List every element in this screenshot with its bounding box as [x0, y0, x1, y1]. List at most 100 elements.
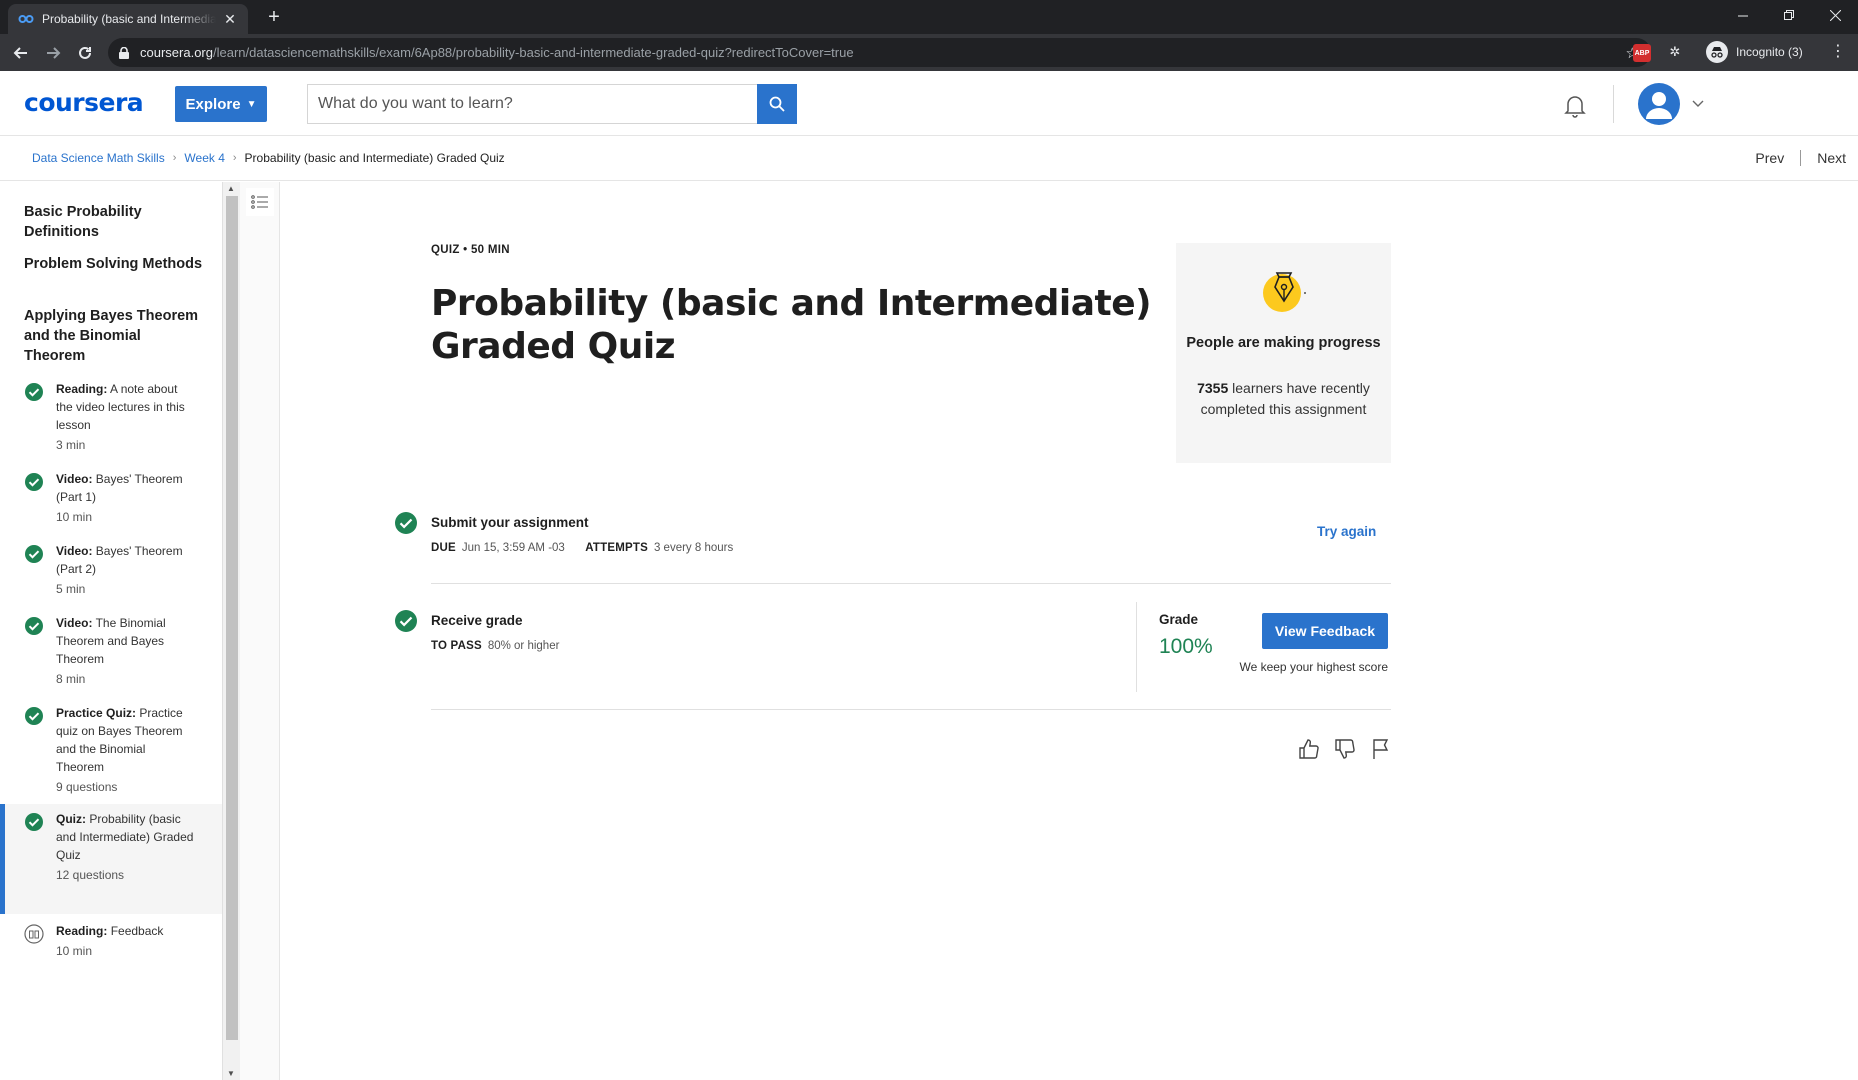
- learner-count: 7355: [1197, 380, 1229, 396]
- forward-button[interactable]: [40, 40, 66, 66]
- sidebar-scrollbar[interactable]: ▲ ▼: [222, 182, 240, 1080]
- item-meta: 9 questions: [56, 780, 118, 794]
- submit-assignment-meta: DUE Jun 15, 3:59 AM -03 ATTEMPTS 3 every 8…: [431, 542, 733, 554]
- reload-button[interactable]: [72, 40, 98, 66]
- item-type: Practice Quiz:: [56, 706, 137, 720]
- chevron-right-icon: ›: [232, 152, 237, 164]
- incognito-label: Incognito (3): [1736, 45, 1803, 59]
- submit-assignment-title: Submit your assignment: [431, 515, 589, 530]
- sidebar-item-video-bayes-2[interactable]: Video: Bayes' Theorem (Part 2) 5 min: [0, 542, 222, 604]
- extension-icon[interactable]: ✲: [1666, 44, 1684, 62]
- sidebar-item-practice-quiz[interactable]: Practice Quiz: Practice quiz on Bayes Th…: [0, 704, 222, 802]
- item-type: Reading:: [56, 382, 108, 396]
- progress-card: People are making progress 7355 learners…: [1176, 243, 1391, 463]
- section-title[interactable]: Applying Bayes Theorem and the Binomial …: [24, 306, 204, 366]
- receive-grade-meta: TO PASS 80% or higher: [431, 640, 559, 652]
- lock-icon: [116, 45, 132, 61]
- view-feedback-button[interactable]: View Feedback: [1262, 613, 1388, 649]
- breadcrumb-course[interactable]: Data Science Math Skills: [32, 151, 165, 165]
- divider: [431, 709, 1391, 710]
- sidebar-item-video-bayes-1[interactable]: Video: Bayes' Theorem (Part 1) 10 min: [0, 470, 222, 532]
- incognito-indicator[interactable]: Incognito (3): [1706, 39, 1803, 65]
- section-title[interactable]: Basic Probability Definitions: [24, 202, 204, 242]
- toggle-outline-button[interactable]: [246, 188, 274, 216]
- arrow-right-icon: [47, 47, 61, 59]
- chevron-down-icon[interactable]: [1690, 95, 1706, 111]
- breadcrumb-week[interactable]: Week 4: [184, 151, 224, 165]
- section-title[interactable]: Problem Solving Methods: [24, 254, 204, 274]
- incognito-icon: [1706, 41, 1728, 63]
- breadcrumb-bar: Data Science Math Skills › Week 4 › Prob…: [0, 137, 1858, 181]
- explore-label: Explore: [185, 95, 241, 113]
- check-circle-icon: [25, 545, 43, 563]
- url-text: coursera.org/learn/datasciencemathskills…: [140, 45, 854, 60]
- scroll-down-icon[interactable]: ▼: [227, 1069, 235, 1078]
- nav-divider: [1800, 150, 1802, 166]
- course-sidebar: Basic Probability Definitions Problem So…: [0, 182, 222, 1080]
- chevron-down-icon: ▼: [246, 98, 257, 110]
- sidebar-item-graded-quiz[interactable]: Quiz: Probability (basic and Intermediat…: [0, 804, 222, 914]
- check-circle-icon: [25, 617, 43, 635]
- attempts-value: 3 every 8 hours: [653, 542, 734, 554]
- item-meta: 12 questions: [56, 868, 125, 882]
- to-pass-label: TO PASS: [431, 640, 482, 652]
- item-meta: 3 min: [56, 438, 86, 452]
- sidebar-rail: [240, 182, 280, 1080]
- check-circle-icon: [25, 383, 43, 401]
- attempts-label: ATTEMPTS: [585, 542, 648, 554]
- notification-bell-icon[interactable]: [1562, 93, 1588, 119]
- item-title: Feedback: [110, 924, 164, 938]
- browser-tab[interactable]: Probability (basic and Intermediate) Gra…: [8, 4, 248, 34]
- back-button[interactable]: [8, 40, 34, 66]
- sidebar-item-reading-feedback[interactable]: Reading: Feedback 10 min: [0, 922, 222, 970]
- thumbs-down-icon[interactable]: [1333, 737, 1357, 761]
- list-icon: [251, 195, 268, 209]
- sidebar-item-text: Reading: A note about the video lectures…: [56, 380, 196, 454]
- search-input[interactable]: [308, 85, 757, 123]
- search-bar: [307, 84, 797, 124]
- highest-score-note: We keep your highest score: [1239, 660, 1388, 674]
- flag-icon[interactable]: [1369, 737, 1393, 761]
- breadcrumb-current: Probability (basic and Intermediate) Gra…: [244, 151, 505, 165]
- restore-button[interactable]: [1766, 0, 1812, 30]
- browser-toolbar: coursera.org/learn/datasciencemathskills…: [0, 34, 1858, 71]
- search-button[interactable]: [757, 84, 797, 124]
- next-button[interactable]: Next: [1817, 150, 1846, 166]
- breadcrumb: Data Science Math Skills › Week 4 › Prob…: [32, 151, 505, 165]
- browser-menu-icon[interactable]: ⋮: [1830, 42, 1846, 62]
- sidebar-item-text: Practice Quiz: Practice quiz on Bayes Th…: [56, 704, 196, 796]
- feedback-actions: [1297, 737, 1393, 761]
- explore-button[interactable]: Explore ▼: [175, 86, 267, 122]
- item-meta: 5 min: [56, 582, 86, 596]
- scrollbar-thumb[interactable]: [226, 196, 238, 1040]
- grade-label: Grade: [1159, 612, 1199, 627]
- item-type: Quiz:: [56, 812, 86, 826]
- prev-next-nav: Prev Next: [1755, 150, 1846, 166]
- close-window-button[interactable]: [1812, 0, 1858, 30]
- prev-button[interactable]: Prev: [1755, 150, 1784, 166]
- item-type: Video:: [56, 472, 93, 486]
- sidebar-item-text: Quiz: Probability (basic and Intermediat…: [56, 810, 196, 884]
- coursera-logo[interactable]: coursera: [24, 88, 144, 117]
- sidebar-item-text: Video: Bayes' Theorem (Part 1) 10 min: [56, 470, 196, 526]
- user-icon: [1646, 92, 1672, 119]
- item-type: Video:: [56, 544, 93, 558]
- tab-close-icon[interactable]: ✕: [222, 11, 238, 28]
- grade-value: 100%: [1159, 635, 1213, 658]
- item-kicker: QUIZ • 50 MIN: [431, 244, 510, 256]
- address-bar[interactable]: coursera.org/learn/datasciencemathskills…: [108, 38, 1651, 67]
- divider: [431, 583, 1391, 584]
- adblock-extension-icon[interactable]: ABP: [1633, 44, 1651, 62]
- page-title: Probability (basic and Intermediate) Gra…: [431, 283, 1152, 367]
- try-again-link[interactable]: Try again: [1317, 524, 1376, 539]
- thumbs-up-icon[interactable]: [1297, 737, 1321, 761]
- main-content: QUIZ • 50 MIN Probability (basic and Int…: [281, 182, 1858, 1080]
- scroll-up-icon[interactable]: ▲: [227, 184, 235, 193]
- to-pass-value: 80% or higher: [487, 640, 560, 652]
- new-tab-button[interactable]: +: [262, 6, 286, 30]
- sidebar-item-reading-note[interactable]: Reading: A note about the video lectures…: [0, 380, 222, 460]
- avatar[interactable]: [1638, 83, 1680, 125]
- minimize-button[interactable]: [1720, 0, 1766, 30]
- sidebar-item-video-binomial[interactable]: Video: The Binomial Theorem and Bayes Th…: [0, 614, 222, 694]
- item-meta: 8 min: [56, 672, 86, 686]
